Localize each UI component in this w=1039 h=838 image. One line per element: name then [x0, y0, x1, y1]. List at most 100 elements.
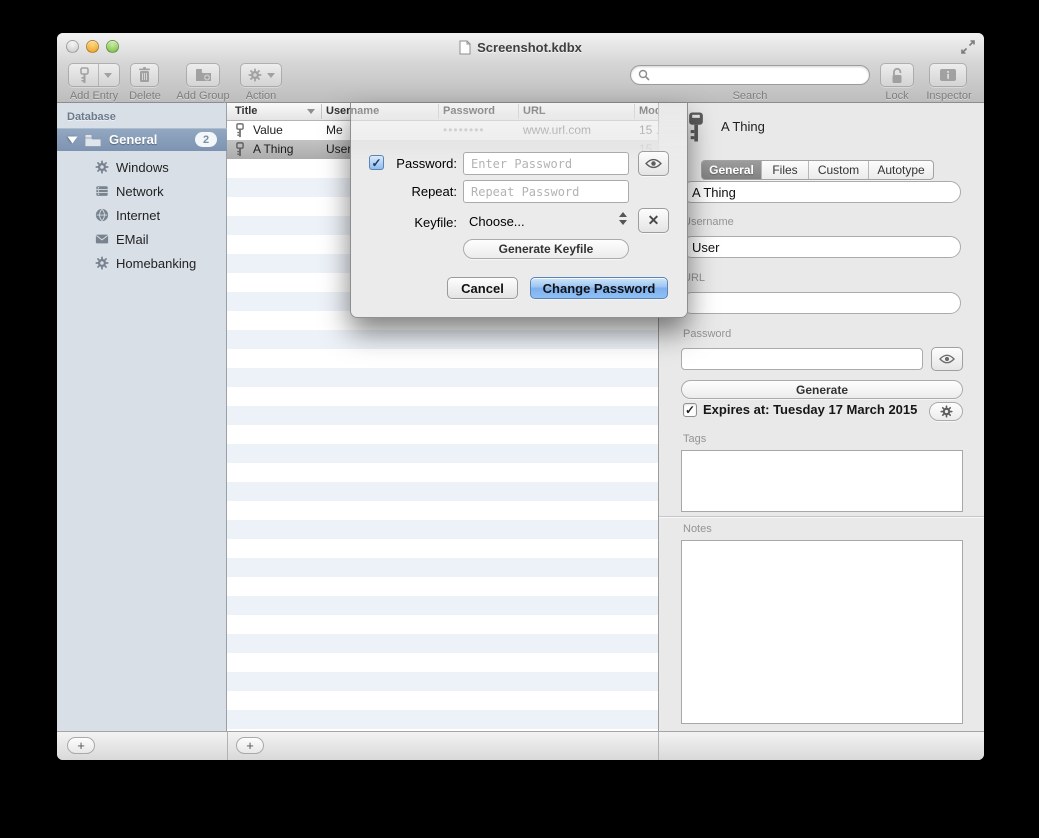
sidebar-header: Database [67, 111, 116, 123]
url-field[interactable] [681, 292, 961, 314]
expires-label: Expires at: Tuesday 17 March 2015 [703, 402, 917, 417]
search-icon [638, 69, 650, 81]
action-label: Action [240, 90, 282, 102]
add-entry-label: Add Entry [65, 90, 123, 102]
action-dropdown-icon[interactable] [267, 73, 275, 78]
sidebar-item-label: Internet [116, 208, 160, 223]
tags-field[interactable] [681, 450, 963, 512]
password-label: Password [683, 328, 731, 340]
notes-field[interactable] [681, 540, 963, 724]
sidebar-item-windows[interactable]: Windows [57, 155, 227, 179]
expires-row: ✓ Expires at: Tuesday 17 March 2015 [683, 402, 917, 417]
group-label: General [109, 132, 157, 147]
keyfile-select[interactable]: Choose... [463, 209, 629, 233]
change-password-dialog: ✓ Password: Repeat: Keyfile: Choose... ✕… [350, 103, 688, 318]
sidebar-item-internet[interactable]: Internet [57, 203, 227, 227]
toolbar: Add Entry Delete Add Group [57, 61, 984, 103]
title-field[interactable] [681, 181, 961, 203]
reveal-password-button[interactable] [931, 347, 963, 371]
entry-username: Me [326, 123, 343, 137]
trash-icon [138, 67, 151, 83]
tab-autotype[interactable]: Autotype [869, 161, 933, 179]
password-input[interactable] [463, 152, 629, 175]
server-icon [95, 184, 109, 198]
sidebar-item-homebanking[interactable]: Homebanking [57, 251, 227, 275]
key-icon [686, 111, 706, 143]
username-label: Username [683, 216, 734, 228]
repeat-input[interactable] [463, 180, 629, 203]
add-group-bottom-button[interactable]: + [67, 737, 95, 754]
add-group-button[interactable] [186, 63, 220, 87]
entry-username: User [326, 142, 351, 156]
check-icon: ✓ [685, 403, 695, 417]
inspector-label: Inspector [923, 90, 975, 102]
sidebar-item-network[interactable]: Network [57, 179, 227, 203]
keyfile-value: Choose... [469, 214, 525, 229]
sidebar-item-email[interactable]: EMail [57, 227, 227, 251]
info-icon [939, 68, 957, 82]
cancel-button[interactable]: Cancel [447, 277, 518, 299]
title-bar: Screenshot.kdbx [57, 33, 984, 61]
tab-files[interactable]: Files [762, 161, 809, 179]
username-field[interactable] [681, 236, 961, 258]
search-label: Search [630, 90, 870, 102]
envelope-icon [95, 232, 109, 246]
close-icon: ✕ [648, 212, 660, 229]
tab-general[interactable]: General [702, 161, 762, 179]
sidebar-item-label: Windows [116, 160, 169, 175]
clear-keyfile-button[interactable]: ✕ [638, 208, 669, 233]
column-header-title[interactable]: Title [235, 105, 257, 117]
add-entry-bottom-button[interactable]: + [236, 737, 264, 754]
change-password-button[interactable]: Change Password [530, 277, 668, 299]
action-button[interactable] [240, 63, 282, 87]
entry-title: Value [253, 123, 283, 137]
entry-title: A Thing [253, 142, 293, 156]
gear-icon [95, 256, 109, 270]
show-password-button[interactable] [638, 151, 669, 176]
inspector-tabs: General Files Custom Autotype [701, 160, 934, 180]
generate-keyfile-button[interactable]: Generate Keyfile [463, 239, 629, 259]
sidebar-item-label: Network [116, 184, 164, 199]
inspector-panel: A Thing General Files Custom Autotype Us… [658, 103, 984, 731]
lock-label: Lock [877, 90, 917, 102]
gear-icon [940, 405, 953, 418]
inspector-button[interactable] [929, 63, 967, 87]
expires-settings-button[interactable] [929, 402, 963, 421]
fullscreen-icon[interactable] [960, 39, 976, 55]
folder-icon [84, 133, 102, 147]
notes-label: Notes [683, 523, 712, 535]
folder-plus-icon [195, 68, 212, 82]
document-icon [459, 40, 471, 55]
key-icon [235, 142, 245, 157]
add-entry-dropdown-icon[interactable] [104, 73, 112, 78]
sidebar-item-general[interactable]: General 2 [57, 128, 227, 151]
group-sidebar: Database General 2 [57, 103, 227, 731]
disclosure-triangle-icon[interactable] [68, 136, 78, 143]
add-group-label: Add Group [169, 90, 237, 102]
expires-checkbox[interactable]: ✓ [683, 403, 697, 417]
group-count-badge: 2 [195, 132, 217, 147]
password-label: Password: [381, 156, 457, 171]
sidebar-item-label: Homebanking [116, 256, 196, 271]
bottom-bar: + + [57, 731, 984, 760]
generate-password-button[interactable]: Generate [681, 380, 963, 399]
inspector-entry-title: A Thing [721, 119, 765, 134]
lock-button[interactable] [880, 63, 914, 87]
search-field[interactable] [630, 65, 870, 85]
app-window: Screenshot.kdbx Add Entry [57, 33, 984, 760]
tab-custom[interactable]: Custom [809, 161, 869, 179]
gear-icon [95, 160, 109, 174]
tags-label: Tags [683, 433, 706, 445]
stepper-icon [619, 212, 627, 225]
delete-button[interactable] [130, 63, 159, 87]
search-input[interactable] [655, 67, 869, 83]
globe-icon [95, 208, 109, 222]
key-icon [235, 123, 245, 138]
repeat-label: Repeat: [381, 184, 457, 199]
add-entry-button[interactable] [68, 63, 120, 87]
section-divider [659, 516, 984, 517]
password-field[interactable] [681, 348, 923, 370]
eye-icon [645, 158, 662, 169]
sort-descending-icon [307, 109, 315, 114]
delete-label: Delete [125, 90, 165, 102]
